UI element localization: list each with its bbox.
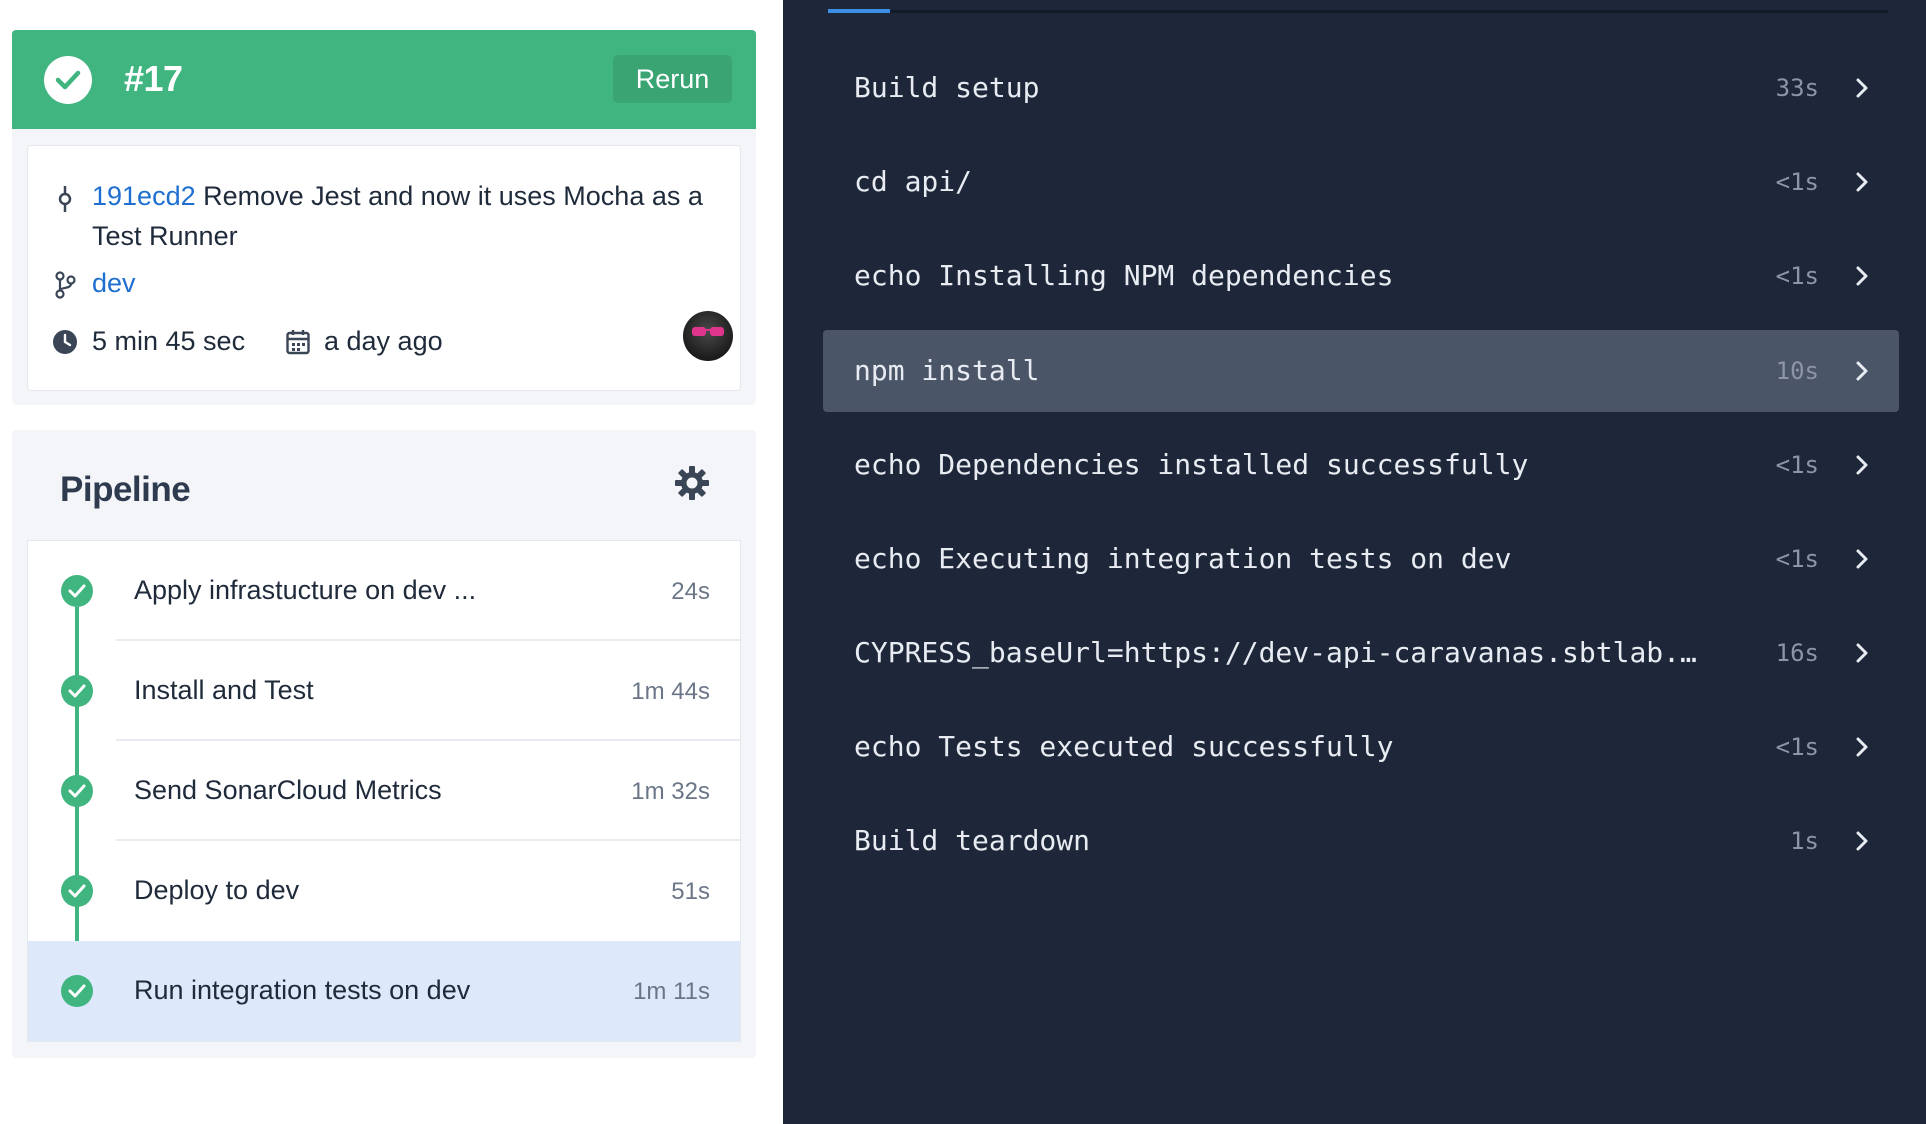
step-duration: 1m 32s xyxy=(631,778,710,805)
command-text: echo Executing integration tests on dev xyxy=(854,542,1512,575)
build-summary-card: #17 Rerun 191ecd2 Remove Jest and now it… xyxy=(12,30,756,405)
step-duration: 1m 11s xyxy=(633,978,710,1005)
build-number: #17 xyxy=(124,58,183,99)
commit-info-box: 191ecd2 Remove Jest and now it uses Moch… xyxy=(27,145,741,391)
commit-hash-link[interactable]: 191ecd2 xyxy=(92,181,196,211)
chevron-right-icon xyxy=(1855,265,1869,292)
log-panel: Build setup 33s cd api/ <1s echo Install… xyxy=(783,0,1926,1124)
log-tab-active-indicator[interactable] xyxy=(828,9,890,13)
chevron-right-icon xyxy=(1855,548,1869,575)
command-text: echo Dependencies installed successfully xyxy=(854,448,1529,481)
build-status-header: #17 Rerun xyxy=(12,30,756,129)
pipeline-step[interactable]: Deploy to dev 51s xyxy=(28,841,740,941)
command-duration: 33s xyxy=(1775,74,1819,102)
command-duration: <1s xyxy=(1775,545,1819,573)
clock-icon xyxy=(52,329,78,360)
step-label: Install and Test xyxy=(134,675,314,705)
step-label: Send SonarCloud Metrics xyxy=(134,775,442,805)
log-tab-bar xyxy=(828,10,1888,13)
build-detail-panel: #17 Rerun 191ecd2 Remove Jest and now it… xyxy=(0,0,783,1124)
step-success-icon xyxy=(61,575,93,607)
command-duration: <1s xyxy=(1775,733,1819,761)
step-success-icon xyxy=(61,675,93,707)
log-command-row[interactable]: echo Installing NPM dependencies <1s xyxy=(823,235,1899,317)
pipeline-step-active[interactable]: Run integration tests on dev 1m 11s xyxy=(28,941,740,1041)
step-success-icon xyxy=(61,875,93,907)
command-duration: <1s xyxy=(1775,262,1819,290)
build-duration: 5 min 45 sec xyxy=(92,326,246,356)
build-date: a day ago xyxy=(324,326,443,356)
step-duration: 24s xyxy=(671,578,710,605)
chevron-right-icon xyxy=(1855,642,1869,669)
gear-icon[interactable] xyxy=(674,465,710,506)
command-duration: <1s xyxy=(1775,451,1819,479)
commit-line: 191ecd2 Remove Jest and now it uses Moch… xyxy=(92,176,712,256)
log-command-row[interactable]: CYPRESS_baseUrl=https://dev-api-caravana… xyxy=(823,612,1899,694)
command-text: CYPRESS_baseUrl=https://dev-api-caravana… xyxy=(854,636,1697,669)
author-avatar[interactable] xyxy=(683,311,733,361)
commit-icon xyxy=(58,186,72,217)
log-command-row[interactable]: echo Dependencies installed successfully… xyxy=(823,424,1899,506)
step-duration: 51s xyxy=(671,878,710,905)
log-command-row[interactable]: Build teardown 1s xyxy=(823,800,1899,882)
log-command-row[interactable]: Build setup 33s xyxy=(823,47,1899,129)
chevron-right-icon xyxy=(1855,736,1869,763)
command-text: echo Tests executed successfully xyxy=(854,730,1394,763)
rerun-button[interactable]: Rerun xyxy=(613,55,732,103)
step-success-icon xyxy=(61,975,93,1007)
command-text: Build setup xyxy=(854,71,1040,104)
pipeline-card: Pipeline Apply infrastucture on dev ... … xyxy=(12,430,756,1058)
pipeline-step[interactable]: Send SonarCloud Metrics 1m 32s xyxy=(28,741,740,841)
command-duration: 16s xyxy=(1775,639,1819,667)
step-duration: 1m 44s xyxy=(631,678,710,705)
log-command-row-active[interactable]: npm install 10s xyxy=(823,330,1899,412)
step-label: Run integration tests on dev xyxy=(134,975,471,1005)
branch-link[interactable]: dev xyxy=(92,268,136,299)
pipeline-step[interactable]: Apply infrastucture on dev ... 24s xyxy=(28,541,740,641)
pipeline-step-list: Apply infrastucture on dev ... 24s Insta… xyxy=(27,540,741,1042)
command-duration: 10s xyxy=(1775,357,1819,385)
chevron-right-icon xyxy=(1855,830,1869,857)
log-command-row[interactable]: echo Tests executed successfully <1s xyxy=(823,706,1899,788)
success-check-icon xyxy=(44,56,92,104)
log-command-row[interactable]: cd api/ <1s xyxy=(823,141,1899,223)
command-text: cd api/ xyxy=(854,165,973,198)
command-text: Build teardown xyxy=(854,824,1091,857)
chevron-right-icon xyxy=(1855,171,1869,198)
pipeline-title: Pipeline xyxy=(60,470,191,509)
branch-icon xyxy=(54,271,76,304)
step-label: Apply infrastucture on dev ... xyxy=(134,575,477,605)
step-label: Deploy to dev xyxy=(134,875,300,905)
command-text: npm install xyxy=(854,354,1040,387)
command-duration: 1s xyxy=(1790,827,1819,855)
step-success-icon xyxy=(61,775,93,807)
chevron-right-icon xyxy=(1855,77,1869,104)
pipeline-step[interactable]: Install and Test 1m 44s xyxy=(28,641,740,741)
calendar-icon xyxy=(286,329,310,360)
chevron-right-icon xyxy=(1855,360,1869,387)
chevron-right-icon xyxy=(1855,454,1869,481)
command-text: echo Installing NPM dependencies xyxy=(854,259,1394,292)
log-command-row[interactable]: echo Executing integration tests on dev … xyxy=(823,518,1899,600)
command-duration: <1s xyxy=(1775,168,1819,196)
